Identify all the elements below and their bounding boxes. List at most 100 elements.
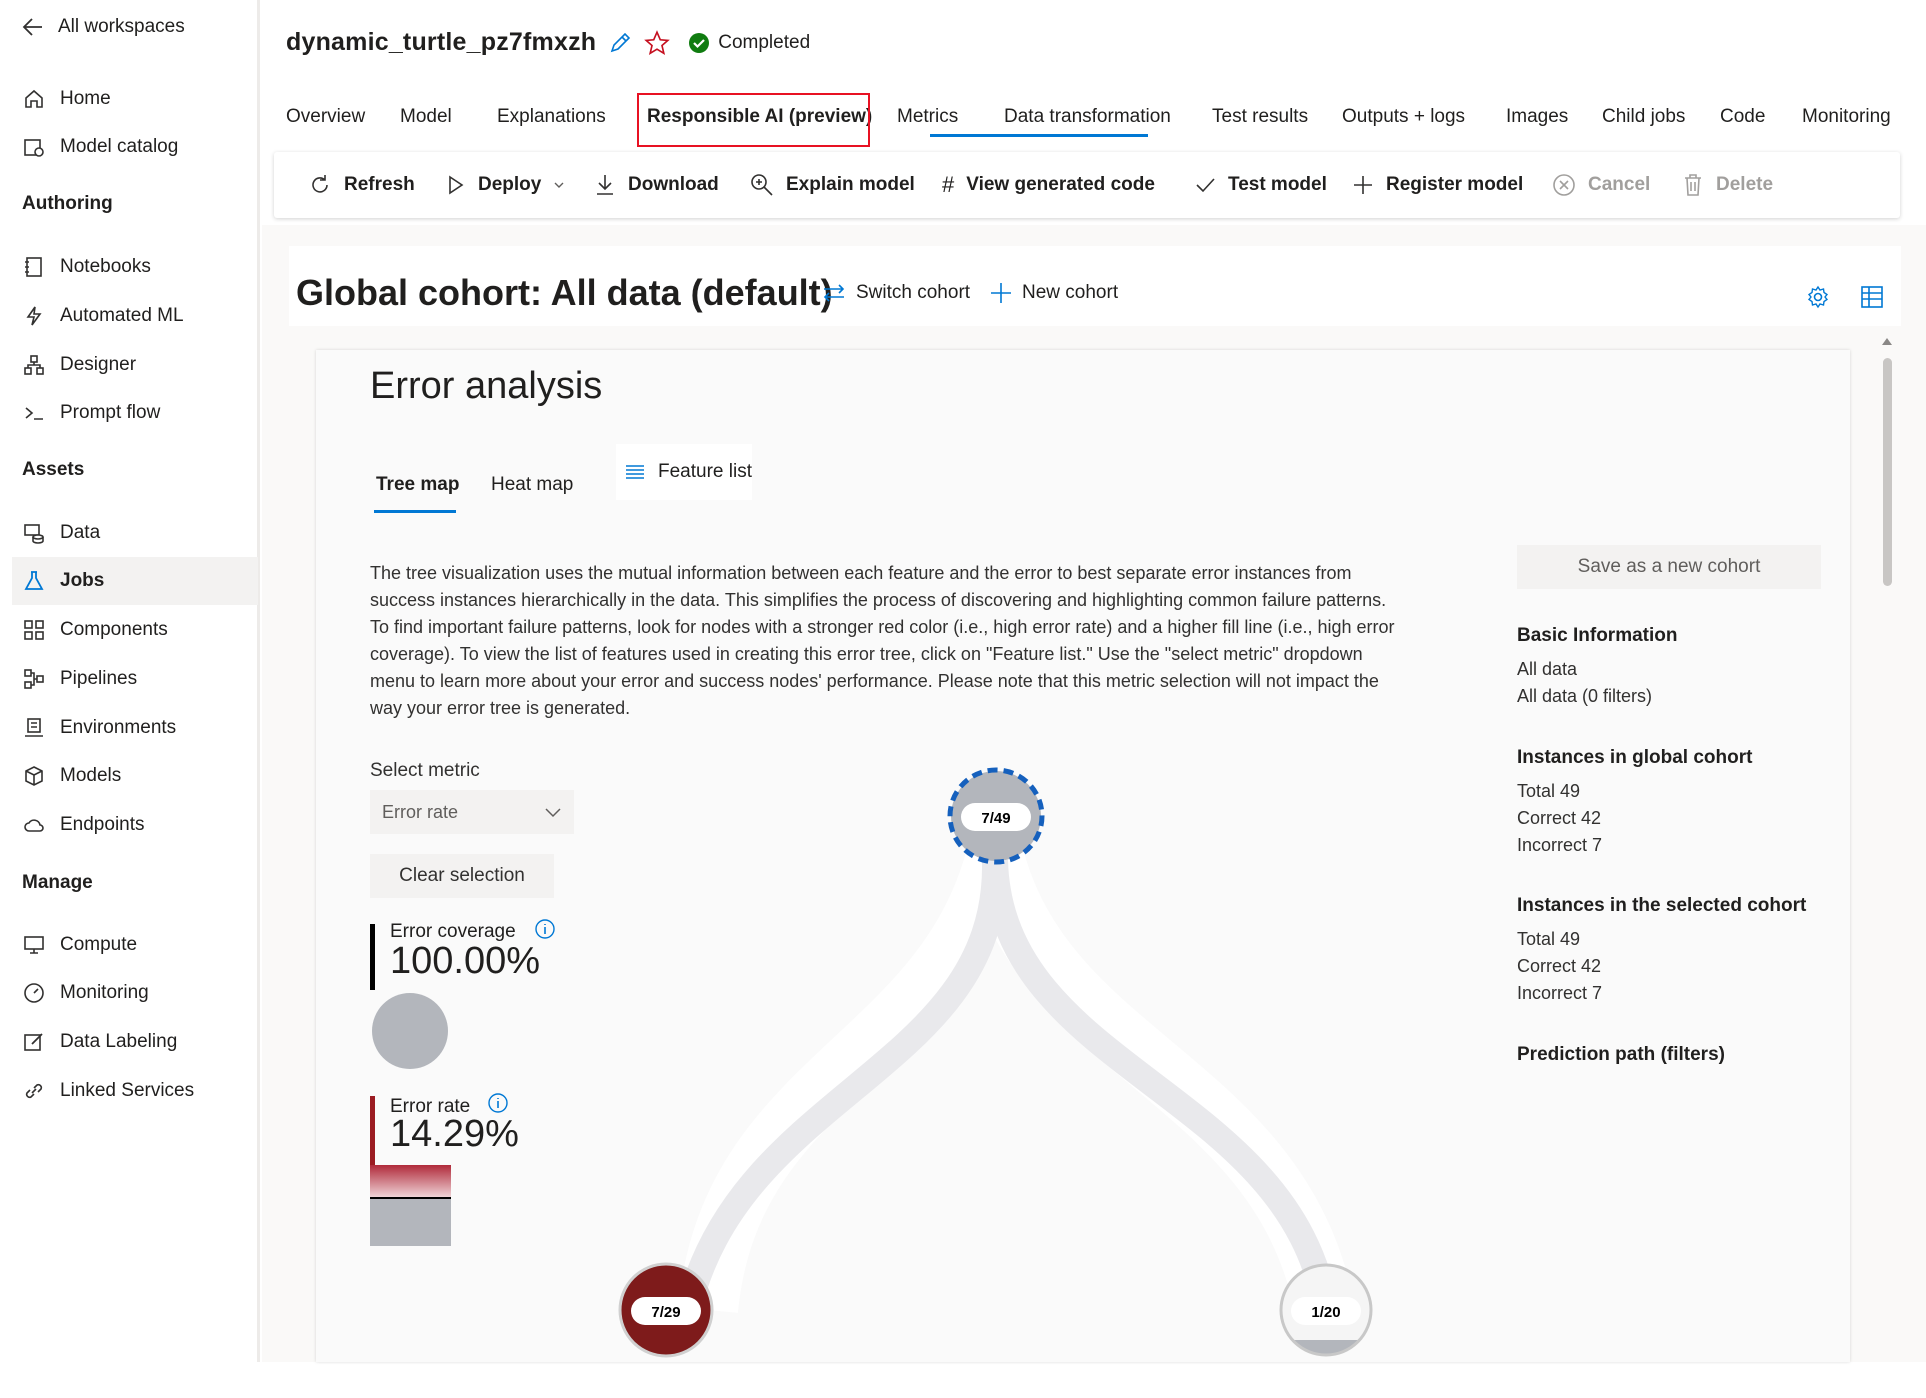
data-icon xyxy=(22,521,46,545)
deploy-button[interactable]: Deploy xyxy=(446,152,565,218)
global-correct: Correct 42 xyxy=(1517,808,1602,828)
section-authoring: Authoring xyxy=(22,193,113,214)
cancel-circle-icon xyxy=(1553,174,1575,196)
download-button[interactable]: Download xyxy=(594,152,719,218)
tree-node-right[interactable]: 1/20 xyxy=(1279,1263,1373,1360)
new-cohort-button[interactable]: New cohort xyxy=(990,282,1118,304)
nav-data[interactable]: Data xyxy=(12,509,258,557)
cancel-button[interactable]: Cancel xyxy=(1552,152,1650,218)
refresh-label: Refresh xyxy=(344,174,415,195)
tab-heat-map[interactable]: Heat map xyxy=(491,474,573,496)
tree-node-left[interactable]: 7/29 xyxy=(618,1262,714,1358)
play-icon xyxy=(449,175,464,195)
delete-button[interactable]: Delete xyxy=(1682,152,1773,218)
nav-designer-label: Designer xyxy=(60,354,137,375)
scrollbar-thumb[interactable] xyxy=(1882,358,1892,586)
nav-models-label: Models xyxy=(60,765,122,786)
nav-automated-ml-label: Automated ML xyxy=(60,305,184,326)
nav-data-label: Data xyxy=(60,522,101,543)
nav-models[interactable]: Models xyxy=(12,752,258,800)
tab-monitoring[interactable]: Monitoring xyxy=(1802,92,1891,142)
nav-environments[interactable]: Environments xyxy=(12,704,258,752)
nav-endpoints[interactable]: Endpoints xyxy=(12,801,258,849)
tab-images[interactable]: Images xyxy=(1506,92,1568,142)
feature-list-label: Feature list xyxy=(658,461,752,482)
nav-compute-label: Compute xyxy=(60,934,138,955)
info-icon[interactable] xyxy=(487,1092,509,1114)
error-coverage-value: 100.00% xyxy=(390,940,541,982)
error-rate-base xyxy=(370,1199,451,1246)
view-generated-code-button[interactable]: # View generated code xyxy=(942,152,1155,218)
tab-child-jobs[interactable]: Child jobs xyxy=(1602,92,1685,142)
test-model-button[interactable]: Test model xyxy=(1194,152,1327,218)
add-icon xyxy=(1354,176,1372,194)
save-as-new-cohort-button[interactable]: Save as a new cohort xyxy=(1517,545,1821,589)
clear-selection-button[interactable]: Clear selection xyxy=(370,854,554,898)
nav-model-catalog[interactable]: Model catalog xyxy=(12,123,258,171)
vertical-scrollbar[interactable] xyxy=(1880,334,1894,1362)
nav-linked-services[interactable]: Linked Services xyxy=(12,1067,258,1115)
chevron-down-icon xyxy=(545,808,561,818)
tab-explanations[interactable]: Explanations xyxy=(497,92,606,142)
tab-model[interactable]: Model xyxy=(400,92,452,142)
select-metric-dropdown[interactable]: Error rate xyxy=(370,790,574,834)
pipelines-icon xyxy=(22,667,46,691)
completed-check-icon xyxy=(689,32,710,53)
switch-cohort-button[interactable]: Switch cohort xyxy=(822,282,970,304)
status-text: Completed xyxy=(718,31,811,53)
nav-prompt-flow[interactable]: Prompt flow xyxy=(12,389,258,437)
global-incorrect: Incorrect 7 xyxy=(1517,835,1603,855)
back-arrow-icon xyxy=(22,18,42,36)
nav-model-catalog-label: Model catalog xyxy=(60,136,179,157)
nav-designer[interactable]: Designer xyxy=(12,341,258,389)
deploy-label: Deploy xyxy=(478,174,542,195)
tab-tree-map[interactable]: Tree map xyxy=(376,474,459,496)
endpoints-cloud-icon xyxy=(22,813,46,837)
refresh-button[interactable]: Refresh xyxy=(308,152,415,218)
basic-info-line-2: All data (0 filters) xyxy=(1517,686,1653,706)
explain-model-button[interactable]: Explain model xyxy=(750,152,915,218)
trash-icon xyxy=(1685,174,1701,196)
table-view-icon[interactable] xyxy=(1860,285,1884,309)
nav-jobs[interactable]: Jobs xyxy=(12,557,258,605)
nav-endpoints-label: Endpoints xyxy=(60,814,145,835)
nav-home[interactable]: Home xyxy=(12,75,258,123)
new-cohort-label: New cohort xyxy=(1022,282,1119,303)
tree-node-left-label: 7/29 xyxy=(651,1304,680,1321)
nav-notebooks[interactable]: Notebooks xyxy=(12,243,258,291)
nav-components[interactable]: Components xyxy=(12,606,258,654)
section-assets: Assets xyxy=(22,459,85,480)
edit-pencil-icon[interactable] xyxy=(608,31,632,55)
tab-overview[interactable]: Overview xyxy=(286,92,365,142)
info-icon[interactable] xyxy=(534,918,556,940)
selected-cohort-heading: Instances in the selected cohort xyxy=(1517,895,1807,916)
data-labeling-icon xyxy=(22,1030,46,1054)
download-label: Download xyxy=(628,174,719,195)
automated-ml-icon xyxy=(22,304,46,328)
tree-node-root[interactable]: 7/49 xyxy=(947,767,1045,865)
error-analysis-title: Error analysis xyxy=(370,365,603,407)
error-coverage-circle xyxy=(372,993,448,1069)
switch-cohort-label: Switch cohort xyxy=(856,282,971,303)
status-badge: Completed xyxy=(688,32,810,54)
settings-gear-icon[interactable] xyxy=(1806,285,1830,309)
tab-outputs-logs[interactable]: Outputs + logs xyxy=(1342,92,1465,142)
nav-environments-label: Environments xyxy=(60,717,177,738)
nav-data-labeling[interactable]: Data Labeling xyxy=(12,1018,258,1066)
selected-tab-highlight-box xyxy=(637,93,870,147)
explain-model-label: Explain model xyxy=(786,174,915,195)
all-workspaces-link[interactable]: All workspaces xyxy=(22,16,185,38)
selected-incorrect: Incorrect 7 xyxy=(1517,983,1603,1003)
scroll-up-arrow-icon[interactable] xyxy=(1880,334,1894,348)
monitoring-gauge-icon xyxy=(22,981,46,1005)
nav-monitoring[interactable]: Monitoring xyxy=(12,969,258,1017)
favorite-star-icon[interactable] xyxy=(644,29,671,56)
nav-monitoring-label: Monitoring xyxy=(60,982,149,1003)
tab-code[interactable]: Code xyxy=(1720,92,1765,142)
nav-pipelines[interactable]: Pipelines xyxy=(12,655,258,703)
register-model-button[interactable]: Register model xyxy=(1352,152,1523,218)
nav-automated-ml[interactable]: Automated ML xyxy=(12,292,258,340)
nav-compute[interactable]: Compute xyxy=(12,921,258,969)
feature-list-button[interactable]: Feature list xyxy=(616,444,752,500)
tab-test-results[interactable]: Test results xyxy=(1212,92,1308,142)
